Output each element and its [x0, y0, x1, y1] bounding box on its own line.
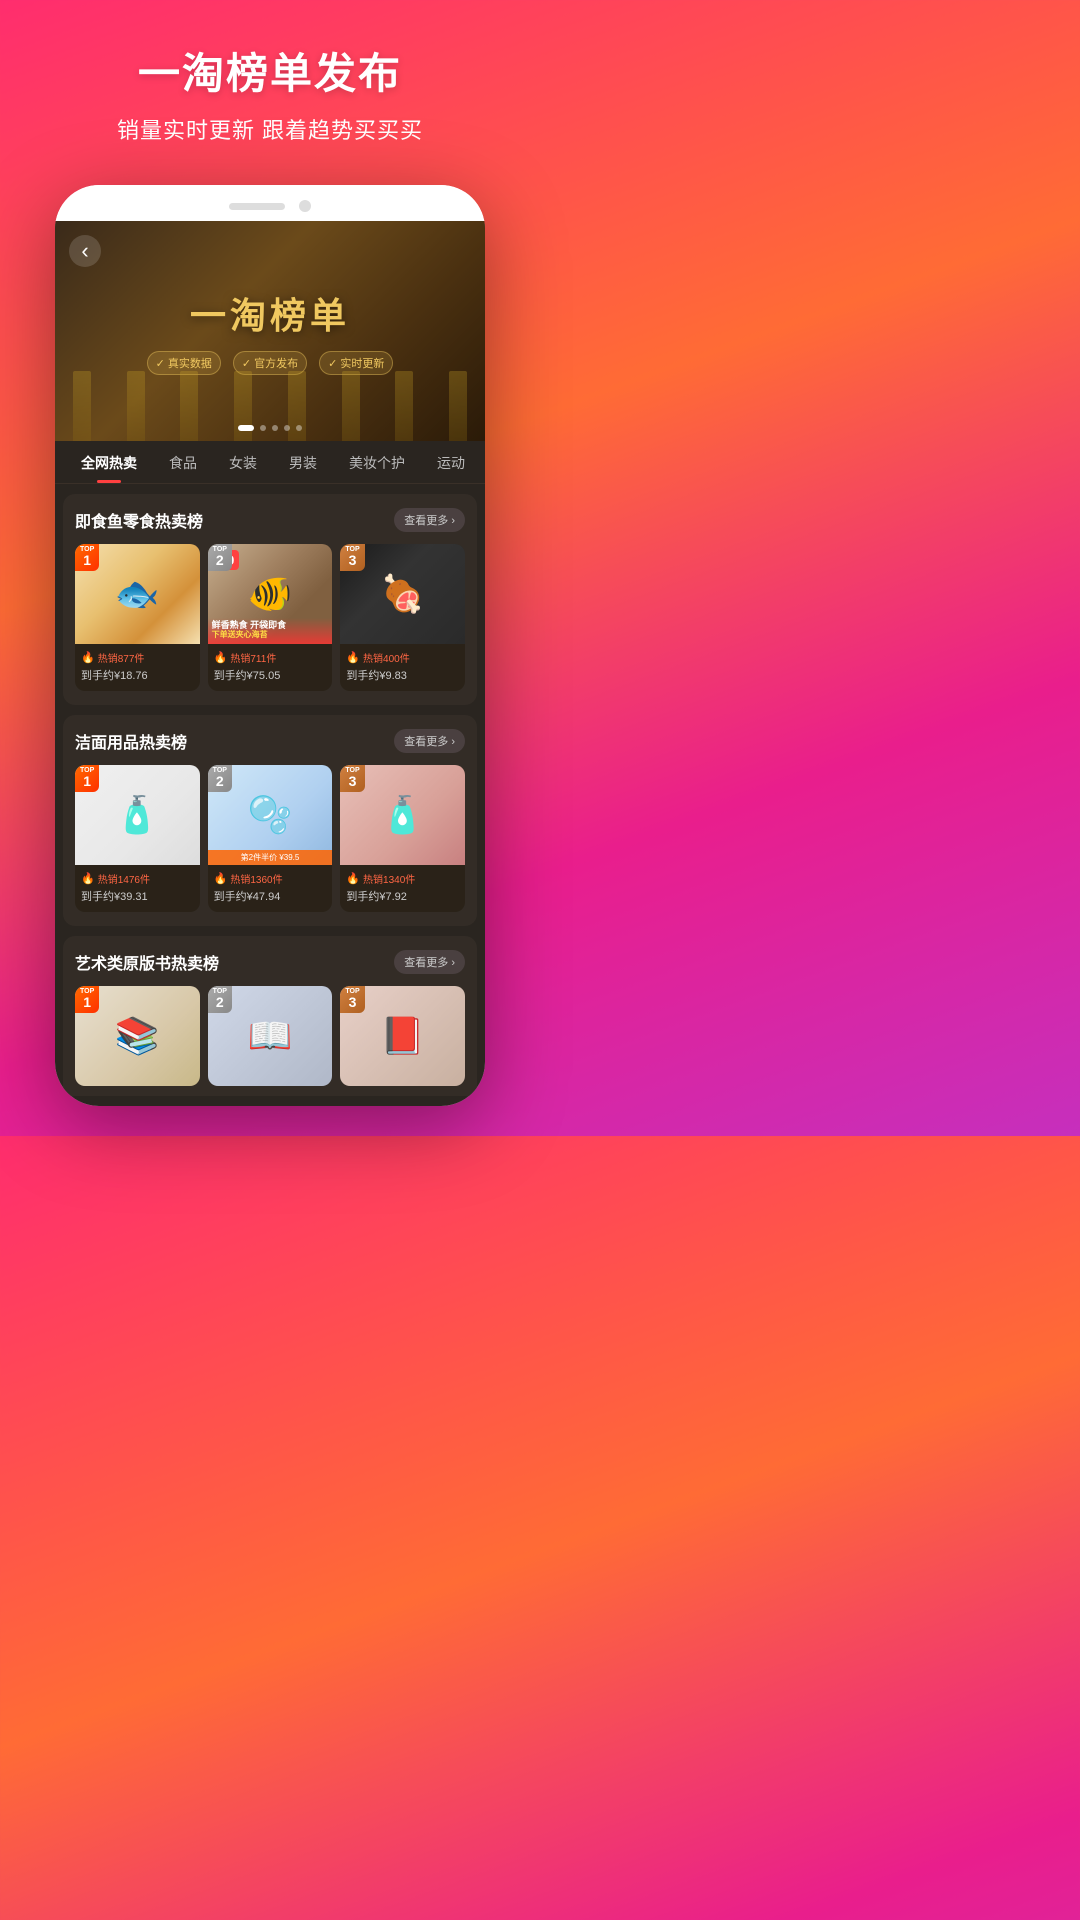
fish-img-3: 🍖 TOP 3: [340, 544, 465, 644]
tab-food[interactable]: 食品: [153, 441, 213, 483]
fish-hot-3: 🔥 热销400件: [346, 650, 459, 665]
fish-product-grid: 🐟 TOP 1 🔥 热销877件 到手约¥18.76: [75, 544, 465, 691]
fish-section-title: 即食鱼零食热卖榜: [75, 508, 203, 532]
cleanser-product-1[interactable]: 🧴 TOP 1 🔥 热销1476件 到手约¥39.31: [75, 765, 200, 912]
cleanser-price-2: 到手约¥47.94: [214, 888, 327, 904]
fish-hot-1: 🔥 热销877件: [81, 650, 194, 665]
books-product-grid: 📚 TOP 1 📖 TOP 2: [75, 986, 465, 1086]
fish-info-3: 🔥 热销400件 到手约¥9.83: [340, 644, 465, 691]
fish-img-1: 🐟 TOP 1: [75, 544, 200, 644]
cleanser-img-3: 🧴 TOP 3: [340, 765, 465, 865]
books-more-btn[interactable]: 查看更多 ›: [394, 950, 465, 974]
books-section-partial: 艺术类原版书热卖榜 查看更多 › 📚 TOP 1: [63, 936, 477, 1096]
banner: ‹ 一淘榜单 真实数据 官方发布 实时更新: [55, 221, 485, 441]
books-section-header: 艺术类原版书热卖榜 查看更多 ›: [75, 950, 465, 974]
book-rank-2: TOP 2: [208, 986, 232, 1013]
cleanser-section-header: 洁面用品热卖榜 查看更多 ›: [75, 729, 465, 753]
tab-hot[interactable]: 全网热卖: [65, 441, 153, 483]
fish-img-2: 🐠 79 鲜香熟食 开袋即食 下单送夹心海苔 TOP 2: [208, 544, 333, 644]
cleanser-price-1: 到手约¥39.31: [81, 888, 194, 904]
fish-section-header: 即食鱼零食热卖榜 查看更多 ›: [75, 508, 465, 532]
banner-title: 一淘榜单: [190, 287, 350, 339]
fish-section: 即食鱼零食热卖榜 查看更多 › 🐟 TOP 1: [63, 494, 477, 705]
tab-women[interactable]: 女装: [213, 441, 273, 483]
fish-hot-2: 🔥 热销711件: [214, 650, 327, 665]
cleanser-img-1: 🧴 TOP 1: [75, 765, 200, 865]
fish-price-3: 到手约¥9.83: [346, 667, 459, 683]
book-product-2[interactable]: 📖 TOP 2: [208, 986, 333, 1086]
cleanser-hot-2: 🔥 热销1360件: [214, 871, 327, 886]
category-tabs: 全网热卖 食品 女装 男装 美妆个护 运动: [55, 441, 485, 484]
fish-product-1[interactable]: 🐟 TOP 1 🔥 热销877件 到手约¥18.76: [75, 544, 200, 691]
rank-badge-1: TOP 1: [75, 544, 99, 571]
book-product-3[interactable]: 📕 TOP 3: [340, 986, 465, 1086]
cleanser-rank-2: TOP 2: [208, 765, 232, 792]
fish-more-btn[interactable]: 查看更多 ›: [394, 508, 465, 532]
fish-product-2[interactable]: 🐠 79 鲜香熟食 开袋即食 下单送夹心海苔 TOP 2: [208, 544, 333, 691]
book-rank-3: TOP 3: [340, 986, 364, 1013]
fish-product-3[interactable]: 🍖 TOP 3 🔥 热销400件 到手约¥9.83: [340, 544, 465, 691]
fish-price-1: 到手约¥18.76: [81, 667, 194, 683]
tab-men[interactable]: 男装: [273, 441, 333, 483]
tab-beauty[interactable]: 美妆个护: [333, 441, 421, 483]
cleanser-info-1: 🔥 热销1476件 到手约¥39.31: [75, 865, 200, 912]
rank-badge-3: TOP 3: [340, 544, 364, 571]
cleanser-hot-3: 🔥 热销1340件: [346, 871, 459, 886]
rank-badge-2: TOP 2: [208, 544, 232, 571]
cleanser-hot-1: 🔥 热销1476件: [81, 871, 194, 886]
book-product-1[interactable]: 📚 TOP 1: [75, 986, 200, 1086]
cleanser-price-3: 到手约¥7.92: [346, 888, 459, 904]
cleanser-more-btn[interactable]: 查看更多 ›: [394, 729, 465, 753]
cleanser-product-3[interactable]: 🧴 TOP 3 🔥 热销1340件 到手约¥7.92: [340, 765, 465, 912]
cleanser-info-3: 🔥 热销1340件 到手约¥7.92: [340, 865, 465, 912]
cleanser-section-title: 洁面用品热卖榜: [75, 729, 187, 753]
books-section-title: 艺术类原版书热卖榜: [75, 950, 219, 974]
phone-mockup: ‹ 一淘榜单 真实数据 官方发布 实时更新: [55, 185, 485, 1106]
cleanser-img-2: 🫧 第2件半价 ¥39.5 TOP 2: [208, 765, 333, 865]
phone-speaker: [229, 203, 285, 210]
banner-dots: [238, 425, 302, 431]
phone-camera: [299, 200, 311, 212]
header-subtitle: 销量实时更新 跟着趋势买买买: [20, 113, 520, 145]
app-content: ‹ 一淘榜单 真实数据 官方发布 实时更新: [55, 221, 485, 1106]
cleanser-rank-1: TOP 1: [75, 765, 99, 792]
cleanser-section: 洁面用品热卖榜 查看更多 › 🧴 TOP 1: [63, 715, 477, 926]
cleanser-info-2: 🔥 热销1360件 到手约¥47.94: [208, 865, 333, 912]
fish-price-2: 到手约¥75.05: [214, 667, 327, 683]
back-button[interactable]: ‹: [69, 235, 101, 267]
phone-top-bar: [55, 185, 485, 221]
cleanser-rank-3: TOP 3: [340, 765, 364, 792]
book-rank-1: TOP 1: [75, 986, 99, 1013]
header-title: 一淘榜单发布: [20, 40, 520, 101]
tab-sport[interactable]: 运动: [421, 441, 481, 483]
fish-info-1: 🔥 热销877件 到手约¥18.76: [75, 644, 200, 691]
cleanser-product-grid: 🧴 TOP 1 🔥 热销1476件 到手约¥39.31: [75, 765, 465, 912]
fish-info-2: 🔥 热销711件 到手约¥75.05: [208, 644, 333, 691]
cleanser-product-2[interactable]: 🫧 第2件半价 ¥39.5 TOP 2 🔥 热销1360件: [208, 765, 333, 912]
header-area: 一淘榜单发布 销量实时更新 跟着趋势买买买: [0, 0, 540, 165]
